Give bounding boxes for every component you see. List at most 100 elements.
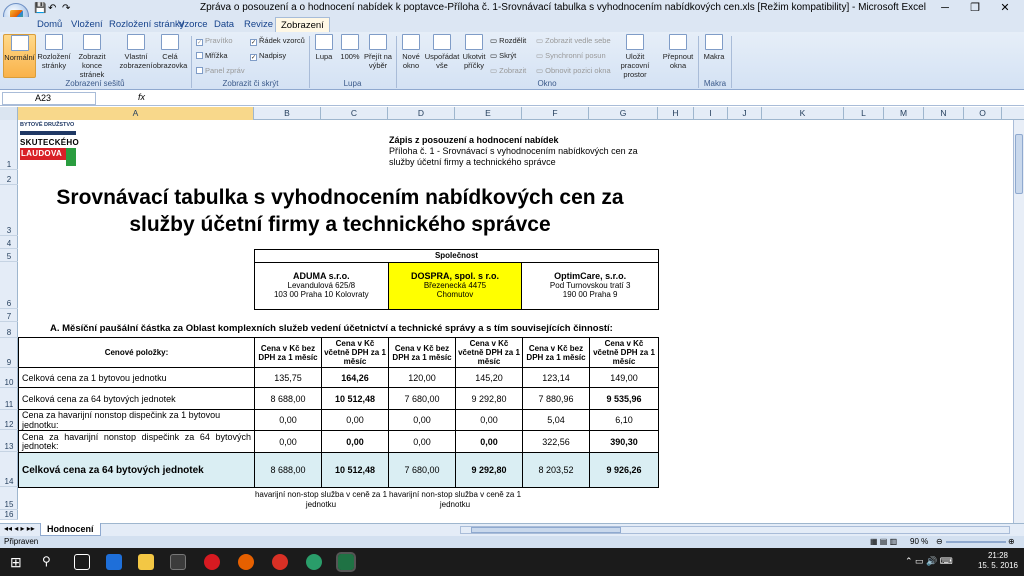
cell[interactable]: 7 880,96: [522, 387, 590, 410]
zoom-level[interactable]: 90 %: [910, 536, 928, 548]
row-header[interactable]: 4: [0, 236, 18, 249]
column-header[interactable]: C: [321, 107, 388, 120]
headings-checkbox[interactable]: ✓ Nadpisy: [250, 51, 286, 61]
tab-zobrazeni[interactable]: Zobrazení: [275, 17, 330, 32]
cell[interactable]: 135,75: [254, 367, 322, 388]
close-icon[interactable]: ✕: [990, 0, 1020, 17]
row-header[interactable]: 16: [0, 510, 18, 520]
cell[interactable]: 0,00: [455, 430, 523, 453]
vertical-scrollbar[interactable]: [1013, 120, 1024, 523]
cell[interactable]: 9 292,80: [455, 387, 523, 410]
row-label[interactable]: Cena za havarijní nonstop dispečink za 1…: [18, 409, 255, 431]
minimize-icon[interactable]: ─: [930, 0, 960, 17]
column-header[interactable]: O: [964, 107, 1002, 120]
column-header[interactable]: K: [762, 107, 844, 120]
horizontal-scrollbar[interactable]: [460, 526, 1010, 534]
normal-view-button[interactable]: Normální: [3, 34, 36, 78]
row-header[interactable]: 13: [0, 430, 18, 452]
column-header[interactable]: N: [924, 107, 964, 120]
clock[interactable]: 21:28 15. 5. 2016: [978, 551, 1018, 571]
cell[interactable]: 322,56: [522, 430, 590, 453]
opera-icon[interactable]: [204, 554, 220, 570]
zoom-button[interactable]: Lupa: [312, 34, 336, 61]
hide-button[interactable]: ▭ Skrýt: [490, 51, 516, 60]
row-label[interactable]: Celková cena za 1 bytovou jednotku: [18, 367, 255, 388]
company-cell[interactable]: ADUMA s.r.o. Levandulová 625/8 103 00 Pr…: [254, 262, 389, 310]
maximize-icon[interactable]: ❐: [960, 0, 990, 17]
row-label[interactable]: Celková cena za 64 bytových jednotek: [18, 452, 255, 488]
column-header[interactable]: L: [844, 107, 884, 120]
sync-scroll-button[interactable]: ▭ Synchronní posun: [536, 51, 606, 60]
task-view-icon[interactable]: [74, 554, 90, 570]
column-header[interactable]: D: [388, 107, 455, 120]
view-buttons-icon[interactable]: ▦ ▤ ▥: [870, 536, 897, 548]
switch-windows-button[interactable]: Přepnout okna: [660, 34, 696, 70]
cell[interactable]: 9 926,26: [589, 452, 659, 488]
row-header[interactable]: 6: [0, 262, 18, 309]
scroll-thumb[interactable]: [1015, 134, 1023, 194]
gridlines-checkbox[interactable]: Mřížka: [196, 51, 228, 60]
custom-views-button[interactable]: Vlastní zobrazení: [118, 34, 154, 70]
save-icon[interactable]: 💾: [34, 3, 46, 14]
freeze-panes-button[interactable]: Ukotvit příčky: [460, 34, 488, 70]
cell[interactable]: 164,26: [321, 367, 389, 388]
tab-revize[interactable]: Revize: [239, 17, 278, 32]
name-box[interactable]: A23: [2, 92, 96, 105]
tab-data[interactable]: Data: [209, 17, 239, 32]
sheet-tab-hodnoceni[interactable]: Hodnocení: [40, 523, 101, 536]
cell[interactable]: 145,20: [455, 367, 523, 388]
row-header[interactable]: 8: [0, 322, 18, 338]
cell[interactable]: 0,00: [388, 430, 456, 453]
column-header[interactable]: F: [522, 107, 589, 120]
column-header[interactable]: A: [18, 107, 254, 120]
zoom-slider[interactable]: [946, 541, 1006, 543]
cell[interactable]: 6,10: [589, 409, 659, 431]
cell[interactable]: 8 688,00: [254, 452, 322, 488]
windows-start-icon[interactable]: ⊞: [10, 554, 26, 570]
edge-icon[interactable]: [106, 554, 122, 570]
column-header[interactable]: I: [694, 107, 728, 120]
row-label[interactable]: Celková cena za 64 bytových jednotek: [18, 387, 255, 410]
company-cell[interactable]: OptimCare, s.r.o. Pod Turnovskou tratí 3…: [521, 262, 659, 310]
cell[interactable]: 0,00: [455, 409, 523, 431]
cell[interactable]: 0,00: [254, 409, 322, 431]
column-header[interactable]: G: [589, 107, 658, 120]
column-header[interactable]: M: [884, 107, 924, 120]
row-header[interactable]: 2: [0, 170, 18, 185]
message-bar-checkbox[interactable]: Panel zpráv: [196, 66, 245, 75]
row-header[interactable]: 10: [0, 368, 18, 388]
firefox-icon[interactable]: [238, 554, 254, 570]
zoom-out-icon[interactable]: ⊖: [936, 536, 943, 548]
row-header[interactable]: 11: [0, 388, 18, 410]
row-header[interactable]: 1: [0, 120, 18, 170]
macros-button[interactable]: Makra: [702, 34, 726, 61]
cell[interactable]: 9 535,96: [589, 387, 659, 410]
app-icon[interactable]: [306, 554, 322, 570]
store-icon[interactable]: [170, 554, 186, 570]
save-workspace-button[interactable]: Uložit pracovní prostor: [612, 34, 658, 79]
cell[interactable]: 10 512,48: [321, 387, 389, 410]
cell[interactable]: 9 292,80: [455, 452, 523, 488]
row-header[interactable]: 5: [0, 249, 18, 262]
row-header[interactable]: 3: [0, 185, 18, 236]
cell[interactable]: 390,30: [589, 430, 659, 453]
page-layout-button[interactable]: Rozložení stránky: [37, 34, 71, 70]
cell[interactable]: 0,00: [321, 409, 389, 431]
tray-icons[interactable]: ⌃ ▭ 🔊 ⌨: [905, 556, 953, 567]
tab-domu[interactable]: Domů: [32, 17, 67, 32]
file-explorer-icon[interactable]: [138, 554, 154, 570]
row-header[interactable]: 9: [0, 338, 18, 368]
search-icon[interactable]: ⚲: [42, 554, 58, 570]
new-window-button[interactable]: Nové okno: [399, 34, 423, 70]
side-by-side-button[interactable]: ▭ Zobrazit vedle sebe: [536, 36, 611, 45]
cell[interactable]: 8 688,00: [254, 387, 322, 410]
cell[interactable]: 0,00: [321, 430, 389, 453]
arrange-all-button[interactable]: Uspořádat vše: [424, 34, 460, 70]
hscroll-thumb[interactable]: [471, 527, 621, 533]
company-cell-highlighted[interactable]: DOSPRA, spol. s r.o. Březenecká 4475 Cho…: [387, 262, 523, 310]
ruler-checkbox[interactable]: ✓ Pravítko: [196, 36, 233, 46]
fx-icon[interactable]: fx: [138, 92, 145, 102]
undo-icon[interactable]: ↶: [48, 3, 56, 14]
cell[interactable]: 149,00: [589, 367, 659, 388]
cell[interactable]: 7 680,00: [388, 452, 456, 488]
